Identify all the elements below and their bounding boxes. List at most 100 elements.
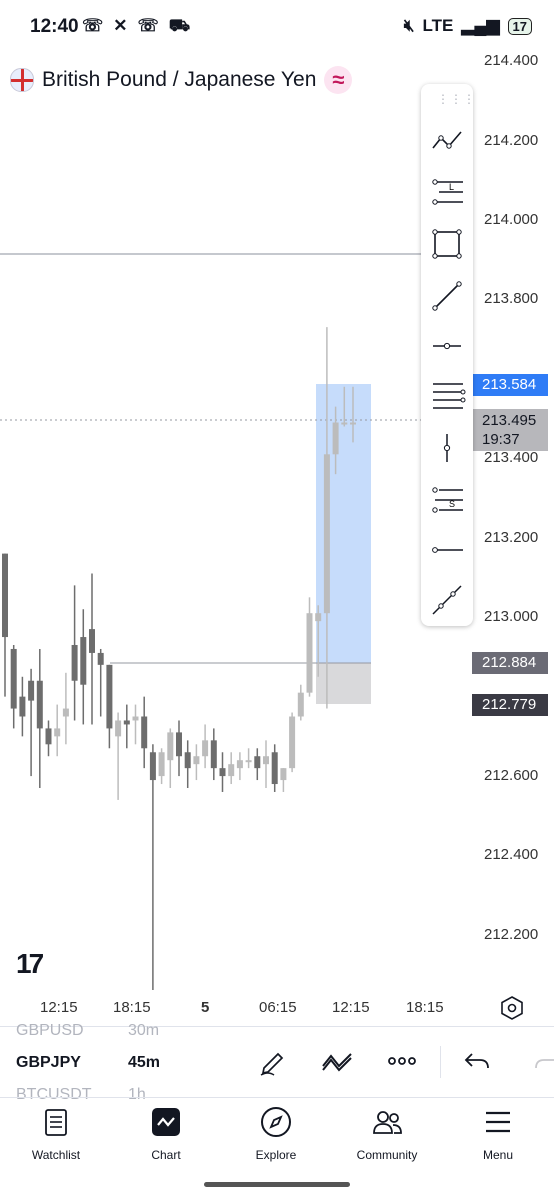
y-label: 212.400 (484, 846, 539, 863)
active-symbol[interactable]: GBPJPY (16, 1054, 81, 1072)
candle-body (210, 740, 217, 769)
stop-price-tag: 212.779 (472, 694, 548, 716)
candle-body (254, 756, 261, 769)
entry-price-tag: 212.884 (472, 652, 548, 674)
x-label: 18:15 (113, 999, 151, 1016)
watchlist-icon (40, 1106, 72, 1138)
nav-chart[interactable]: Chart (116, 1106, 216, 1162)
candle-body (97, 652, 104, 665)
extended-line-tool-icon[interactable] (427, 580, 467, 620)
chart-icon (150, 1106, 182, 1138)
candle-body (19, 696, 26, 717)
candle-body (28, 680, 35, 701)
candle-body (289, 716, 296, 769)
candle-body (36, 680, 43, 729)
nav-label: Explore (255, 1148, 297, 1162)
candle-body (167, 732, 174, 761)
y-label: 212.600 (484, 767, 539, 784)
horizontal-ray-tool-icon[interactable] (427, 326, 467, 366)
compass-icon (260, 1106, 292, 1138)
nav-watchlist[interactable]: Watchlist (6, 1106, 106, 1162)
candle-body (184, 752, 191, 769)
candle-body (341, 422, 348, 425)
nav-menu[interactable]: Menu (448, 1106, 548, 1162)
target-price-tag: 213.584 (472, 374, 548, 396)
candle-body (54, 728, 61, 737)
nav-label: Menu (482, 1148, 514, 1162)
x-label: 12:15 (332, 999, 370, 1016)
candle-body (141, 716, 148, 749)
short-position-tool-icon[interactable]: S (427, 480, 467, 520)
candle-body (263, 756, 269, 765)
tradingview-logo-icon[interactable]: 17 (16, 948, 44, 980)
symbol-option[interactable]: GBPUSD (16, 1022, 84, 1040)
candle-body (297, 692, 304, 717)
y-label: 214.400 (484, 52, 539, 69)
vertical-line-tool-icon[interactable] (427, 428, 467, 468)
nav-label: Chart (151, 1148, 181, 1162)
rectangle-tool-icon[interactable] (427, 224, 467, 264)
drawing-toolbar: ⋮⋮⋮ L S (421, 84, 476, 626)
nav-explore[interactable]: Explore (226, 1106, 326, 1162)
candle-body (315, 613, 322, 622)
candle-body (10, 648, 17, 709)
candle-body (219, 768, 226, 777)
x-label: 12:15 (40, 999, 78, 1016)
candle-body (280, 768, 287, 781)
candle-body (193, 756, 200, 765)
current-price-tag: 213.495 19:37 (472, 409, 548, 451)
active-interval[interactable]: 45m (128, 1054, 160, 1072)
bar-countdown: 19:37 (482, 431, 520, 448)
nav-community[interactable]: Community (337, 1106, 437, 1162)
y-label: 214.200 (484, 132, 539, 149)
y-label: 213.400 (484, 449, 539, 466)
candle-body (176, 732, 182, 757)
candle-body (202, 740, 209, 757)
drag-handle-icon[interactable]: ⋮⋮⋮ (437, 92, 476, 106)
toolbar-divider (440, 1046, 441, 1078)
candle-body (236, 760, 243, 769)
ray-tool-icon[interactable] (427, 530, 467, 570)
svg-text:L: L (449, 182, 454, 192)
candle-body (106, 664, 113, 729)
drawing-pencil-icon[interactable] (256, 1044, 290, 1078)
long-position-tool-icon[interactable]: L (427, 172, 467, 212)
more-options-icon[interactable] (385, 1044, 419, 1078)
candles-group (2, 327, 356, 990)
loss-zone (316, 663, 371, 704)
candle-body (350, 422, 356, 425)
candle-body (89, 629, 95, 653)
nav-label: Watchlist (31, 1148, 81, 1162)
x-label: 18:15 (406, 999, 444, 1016)
trend-line-tool-icon[interactable] (427, 120, 467, 160)
candle-body (228, 764, 235, 777)
candle-body (323, 454, 330, 614)
hamburger-menu-icon (482, 1106, 514, 1138)
candle-body (123, 720, 130, 725)
candle-body (149, 752, 156, 781)
fib-retracement-tool-icon[interactable] (427, 376, 467, 416)
y-label: 213.200 (484, 529, 539, 546)
svg-text:S: S (449, 499, 455, 509)
nav-label: Community (356, 1148, 418, 1162)
candle-body (306, 613, 313, 693)
candle-body (71, 644, 78, 681)
y-label: 213.000 (484, 608, 539, 625)
candle-body (45, 728, 52, 745)
redo-icon[interactable] (530, 1044, 554, 1078)
x-label: 06:15 (259, 999, 297, 1016)
candle-body (332, 422, 339, 455)
current-price: 213.495 (482, 412, 537, 429)
indicators-icon[interactable] (320, 1044, 354, 1078)
chart-settings-icon[interactable] (498, 994, 526, 1022)
candle-body (2, 553, 8, 638)
undo-icon[interactable] (460, 1044, 494, 1078)
candle-body (158, 752, 165, 777)
interval-option[interactable]: 30m (128, 1022, 159, 1040)
candle-body (132, 716, 139, 721)
x-label: 5 (201, 999, 210, 1016)
candle-body (271, 752, 278, 785)
line-tool-icon[interactable] (427, 276, 467, 316)
y-label: 213.800 (484, 290, 539, 307)
home-indicator[interactable] (204, 1182, 350, 1187)
